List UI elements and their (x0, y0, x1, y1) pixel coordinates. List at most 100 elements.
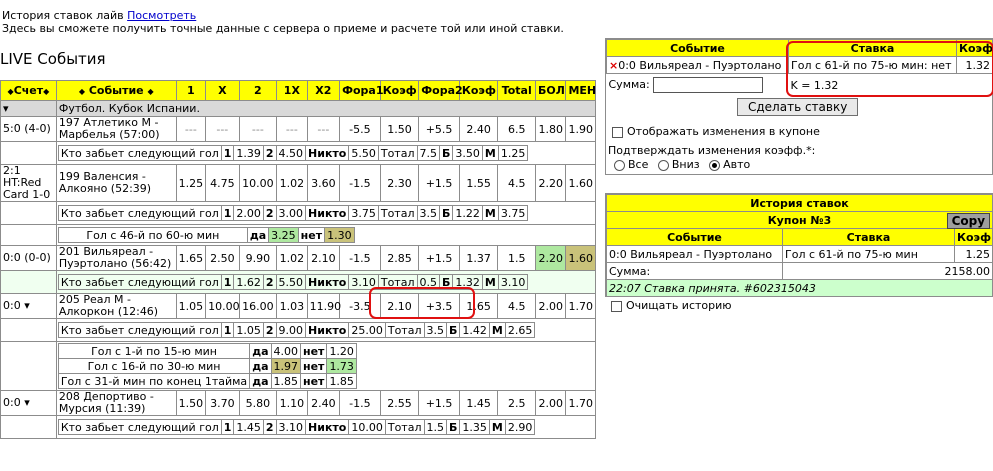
odd-2[interactable]: 5.80 (238, 390, 278, 416)
fora1[interactable]: -1.5 (339, 390, 381, 416)
koef2[interactable]: 2.40 (458, 116, 499, 142)
total[interactable]: 4.5 (497, 293, 537, 319)
odd-1x[interactable]: --- (276, 116, 308, 142)
fora2[interactable]: +1.5 (418, 164, 460, 202)
header-score[interactable]: ◆Счет◆ (0, 80, 57, 101)
odd-1x[interactable]: 1.02 (276, 164, 308, 202)
p2-odds[interactable]: 9.00 (275, 322, 307, 338)
over-odds[interactable]: 1.35 (459, 419, 490, 435)
p1-odds[interactable]: 2.00 (233, 205, 264, 221)
under-odds[interactable]: 3.10 (497, 274, 529, 290)
nikto-odds[interactable]: 3.75 (348, 205, 379, 221)
odd-x[interactable]: 2.50 (205, 245, 240, 271)
coupon-sum-input[interactable] (653, 77, 764, 93)
fora2[interactable]: +1.5 (418, 245, 460, 271)
p1-odds[interactable]: 1.62 (233, 274, 264, 290)
yes-odds[interactable]: 4.00 (270, 343, 301, 359)
clear-history-row[interactable]: Очищать историю (611, 299, 732, 312)
odd-1x[interactable]: 1.10 (276, 390, 308, 416)
expand-icon[interactable]: ▾ (21, 299, 30, 312)
men[interactable]: 1.90 (565, 116, 596, 142)
odd-2[interactable]: 16.00 (238, 293, 278, 319)
no-odds[interactable]: 1.20 (326, 343, 357, 359)
odd-x[interactable]: 4.75 (205, 164, 240, 202)
p2-odds[interactable]: 3.00 (275, 205, 307, 221)
expand-icon[interactable]: ▾ (21, 396, 30, 409)
no-odds[interactable]: 1.85 (326, 373, 357, 389)
history-view-link[interactable]: Посмотреть (127, 9, 196, 22)
odd-1[interactable]: 1.05 (175, 293, 207, 319)
odd-2[interactable]: --- (238, 116, 278, 142)
odd-x2[interactable]: 2.40 (306, 390, 341, 416)
koef1[interactable]: 2.55 (379, 390, 420, 416)
p1-odds[interactable]: 1.39 (233, 145, 264, 161)
fora1[interactable]: -1.5 (339, 164, 381, 202)
odd-1[interactable]: 1.50 (175, 390, 207, 416)
p2-odds[interactable]: 4.50 (275, 145, 307, 161)
odd-x2[interactable]: 3.60 (306, 164, 341, 202)
p1-odds[interactable]: 1.05 (233, 322, 264, 338)
over-odds[interactable]: 1.22 (452, 205, 483, 221)
remove-bet-icon[interactable]: × (609, 59, 618, 72)
odd-x[interactable]: --- (205, 116, 240, 142)
nikto-odds[interactable]: 25.00 (348, 322, 386, 338)
koef2[interactable]: 1.45 (458, 390, 499, 416)
men[interactable]: 1.70 (565, 390, 596, 416)
p2-odds[interactable]: 3.10 (275, 419, 307, 435)
men[interactable]: 1.70 (565, 293, 596, 319)
odd-2[interactable]: 10.00 (238, 164, 278, 202)
radio-all[interactable] (614, 159, 625, 171)
total[interactable]: 1.5 (497, 245, 537, 271)
odd-1[interactable]: --- (175, 116, 207, 142)
no-odds[interactable]: 1.73 (326, 358, 357, 374)
under-odds[interactable]: 2.90 (504, 419, 536, 435)
total[interactable]: 2.5 (497, 390, 537, 416)
bol[interactable]: 2.20 (535, 164, 567, 202)
fora1[interactable]: -1.5 (339, 245, 381, 271)
radio-down[interactable] (657, 159, 669, 171)
odd-x[interactable]: 3.70 (205, 390, 240, 416)
p2-odds[interactable]: 5.50 (275, 274, 307, 290)
under-odds[interactable]: 2.65 (504, 322, 536, 338)
total[interactable]: 4.5 (497, 164, 537, 202)
koef1[interactable]: 2.30 (379, 164, 420, 202)
odd-x[interactable]: 10.00 (205, 293, 240, 319)
clear-history-checkbox[interactable] (611, 300, 622, 312)
p1-odds[interactable]: 1.45 (233, 419, 264, 435)
koef2[interactable]: 1.55 (458, 164, 499, 202)
under-odds[interactable]: 1.25 (497, 145, 529, 161)
yes-odds[interactable]: 1.85 (270, 373, 301, 389)
under-odds[interactable]: 3.75 (497, 205, 529, 221)
odd-x2[interactable]: 11.90 (306, 293, 341, 319)
bol[interactable]: 2.00 (535, 390, 567, 416)
place-bet-button[interactable]: Сделать ставку (737, 98, 859, 116)
fora2[interactable]: +1.5 (418, 390, 460, 416)
odd-2[interactable]: 9.90 (238, 245, 278, 271)
radio-auto[interactable] (709, 159, 721, 171)
odd-1x[interactable]: 1.03 (276, 293, 308, 319)
no-odds[interactable]: 1.30 (324, 227, 355, 243)
over-odds[interactable]: 1.42 (459, 322, 490, 338)
show-changes-checkbox[interactable] (612, 126, 623, 138)
collapse-icon[interactable]: ▾ (0, 100, 57, 117)
men[interactable]: 1.60 (565, 164, 596, 202)
fora2[interactable]: +5.5 (418, 116, 460, 142)
yes-odds[interactable]: 3.25 (268, 227, 299, 243)
odd-x2[interactable]: --- (306, 116, 341, 142)
koef1[interactable]: 1.50 (379, 116, 420, 142)
total[interactable]: 6.5 (497, 116, 537, 142)
koef1[interactable]: 2.85 (379, 245, 420, 271)
show-changes-row[interactable]: Отображать изменения в купоне (612, 125, 820, 138)
odd-1[interactable]: 1.65 (175, 245, 207, 271)
fora1[interactable]: -5.5 (339, 116, 381, 142)
odd-1[interactable]: 1.25 (175, 164, 207, 202)
koef2[interactable]: 1.37 (458, 245, 499, 271)
bol[interactable]: 2.00 (535, 293, 567, 319)
odd-1x[interactable]: 1.02 (276, 245, 308, 271)
over-odds[interactable]: 3.50 (452, 145, 483, 161)
bol[interactable]: 2.20 (535, 245, 567, 271)
yes-odds[interactable]: 1.97 (270, 358, 301, 374)
nikto-odds[interactable]: 5.50 (348, 145, 379, 161)
odd-x2[interactable]: 2.10 (306, 245, 341, 271)
copy-button[interactable]: Copy (946, 213, 991, 229)
